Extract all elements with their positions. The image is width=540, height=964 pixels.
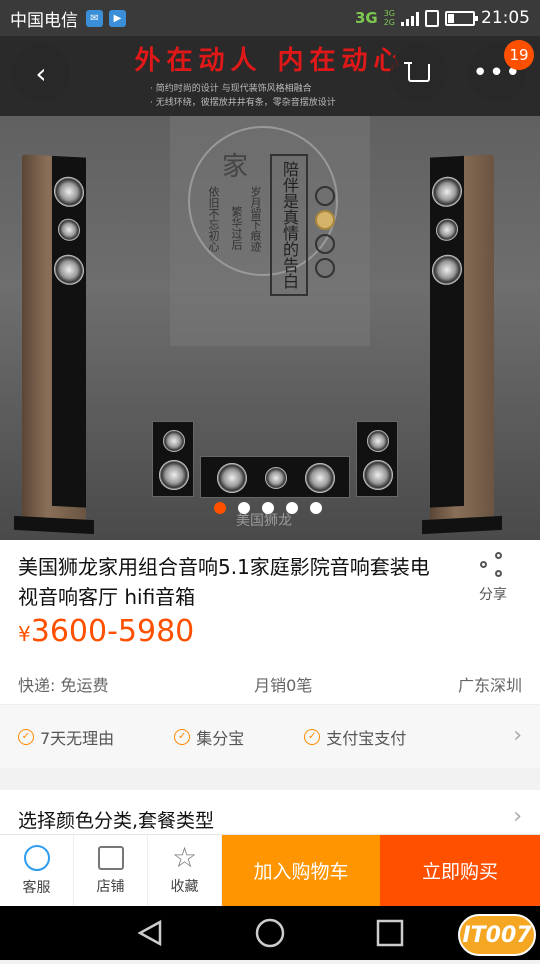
center-speaker <box>200 456 350 498</box>
image-banner: 外在动人 内在动心 · 简约时尚的设计 与现代装饰风格相融合 · 无线环绕，彼摆… <box>0 36 540 116</box>
nav-back-icon <box>137 919 162 947</box>
share-button[interactable]: 分享 <box>466 552 520 604</box>
carousel-indicators <box>214 502 322 514</box>
network-secondary: 3G 2G <box>383 9 395 27</box>
nav-home-icon <box>255 918 285 948</box>
add-to-cart-button[interactable]: 加入购物车 <box>222 835 380 906</box>
bottom-action-bar: 客服 店铺 ☆ 收藏 加入购物车 立即购买 <box>0 834 540 906</box>
signal-icon <box>401 10 419 26</box>
service-item: ✓ 支付宝支付 <box>304 725 406 749</box>
image-feature-line: · 简约时尚的设计 与现代装饰风格相融合 <box>150 84 312 94</box>
nav-recents-icon <box>376 919 404 947</box>
chevron-left-icon: ‹ <box>35 56 47 90</box>
speaker-tower-left <box>14 154 94 535</box>
star-icon: ☆ <box>171 840 198 874</box>
share-icon <box>480 552 506 578</box>
service-item: ✓ 7天无理由 <box>18 725 114 749</box>
product-title: 美国狮龙家用组合音响5.1家庭影院音响套装电视音响客厅 hifi音箱 <box>18 555 430 609</box>
chevron-right-icon: › <box>513 804 522 829</box>
product-price: ¥3600-5980 <box>18 614 194 649</box>
image-poem-line: 繁华过后 <box>230 206 243 250</box>
price-range: 3600-5980 <box>30 614 195 649</box>
share-label: 分享 <box>479 587 507 603</box>
site-watermark: IT007 <box>458 914 536 956</box>
image-poem-line: 岁月留下痕迹 <box>249 186 262 252</box>
satellite-speaker-left <box>152 421 194 497</box>
image-boxed-text: 陪伴是真情的告白 <box>270 154 308 296</box>
satellite-speaker-right <box>356 421 398 497</box>
back-button[interactable]: ‹ <box>12 44 70 102</box>
carousel-dot[interactable] <box>262 502 274 514</box>
image-slogan: 外在动人 内在动心 <box>134 46 406 76</box>
chevron-right-icon: › <box>513 723 522 748</box>
status-bar: 中国电信 ✉ ▶ 3G 3G 2G 21:05 <box>0 0 540 36</box>
customer-service-button[interactable]: 客服 <box>0 835 74 906</box>
service-guarantees[interactable]: ✓ 7天无理由 ✓ 集分宝 ✓ 支付宝支付 › <box>0 704 540 768</box>
cart-icon <box>404 62 430 82</box>
image-jia-character: 家 <box>222 152 249 182</box>
store-icon <box>97 845 124 870</box>
favorite-button[interactable]: ☆ 收藏 <box>148 835 222 906</box>
monthly-sales: 月销0笔 <box>254 676 313 695</box>
carousel-dot[interactable] <box>214 502 226 514</box>
carousel-dot[interactable] <box>310 502 322 514</box>
shop-button[interactable]: 店铺 <box>74 835 148 906</box>
cart-button[interactable] <box>390 44 448 102</box>
speaker-tower-right <box>422 154 502 535</box>
video-app-icon: ▶ <box>109 9 126 27</box>
message-app-icon: ✉ <box>86 9 103 27</box>
sim-card-icon <box>425 9 439 27</box>
carousel-dot[interactable] <box>238 502 250 514</box>
service-item: ✓ 集分宝 <box>174 725 244 749</box>
product-meta: 快递: 免运费 月销0笔 广东深圳 <box>18 672 522 696</box>
shipping-info: 快递: 免运费 <box>18 676 109 695</box>
currency-symbol: ¥ <box>18 622 31 646</box>
ship-location: 广东深圳 <box>457 676 522 695</box>
check-circle-icon: ✓ <box>174 728 191 745</box>
sku-selector-label: 选择颜色分类,套餐类型 <box>18 810 215 832</box>
clock: 21:05 <box>481 8 530 28</box>
cart-count-badge: 19 <box>504 40 534 70</box>
network-type: 3G <box>354 9 378 27</box>
check-circle-icon: ✓ <box>18 728 34 745</box>
product-info: 美国狮龙家用组合音响5.1家庭影院音响套装电视音响客厅 hifi音箱 分享 ¥3… <box>0 540 540 704</box>
battery-icon <box>445 10 478 26</box>
carrier-name: 中国电信 <box>10 10 78 31</box>
image-feature-line: · 无线环绕，彼摆放井井有条，零杂音摆放设计 <box>150 98 336 108</box>
check-circle-icon: ✓ <box>304 728 321 745</box>
image-color-dots <box>315 186 335 278</box>
image-poem-line: 依旧不忘初心 <box>207 186 220 252</box>
product-image-carousel[interactable]: 外在动人 内在动心 · 简约时尚的设计 与现代装饰风格相融合 · 无线环绕，彼摆… <box>0 36 540 540</box>
buy-now-button[interactable]: 立即购买 <box>380 835 540 906</box>
carousel-dot[interactable] <box>286 502 298 514</box>
chat-face-icon <box>23 844 50 871</box>
